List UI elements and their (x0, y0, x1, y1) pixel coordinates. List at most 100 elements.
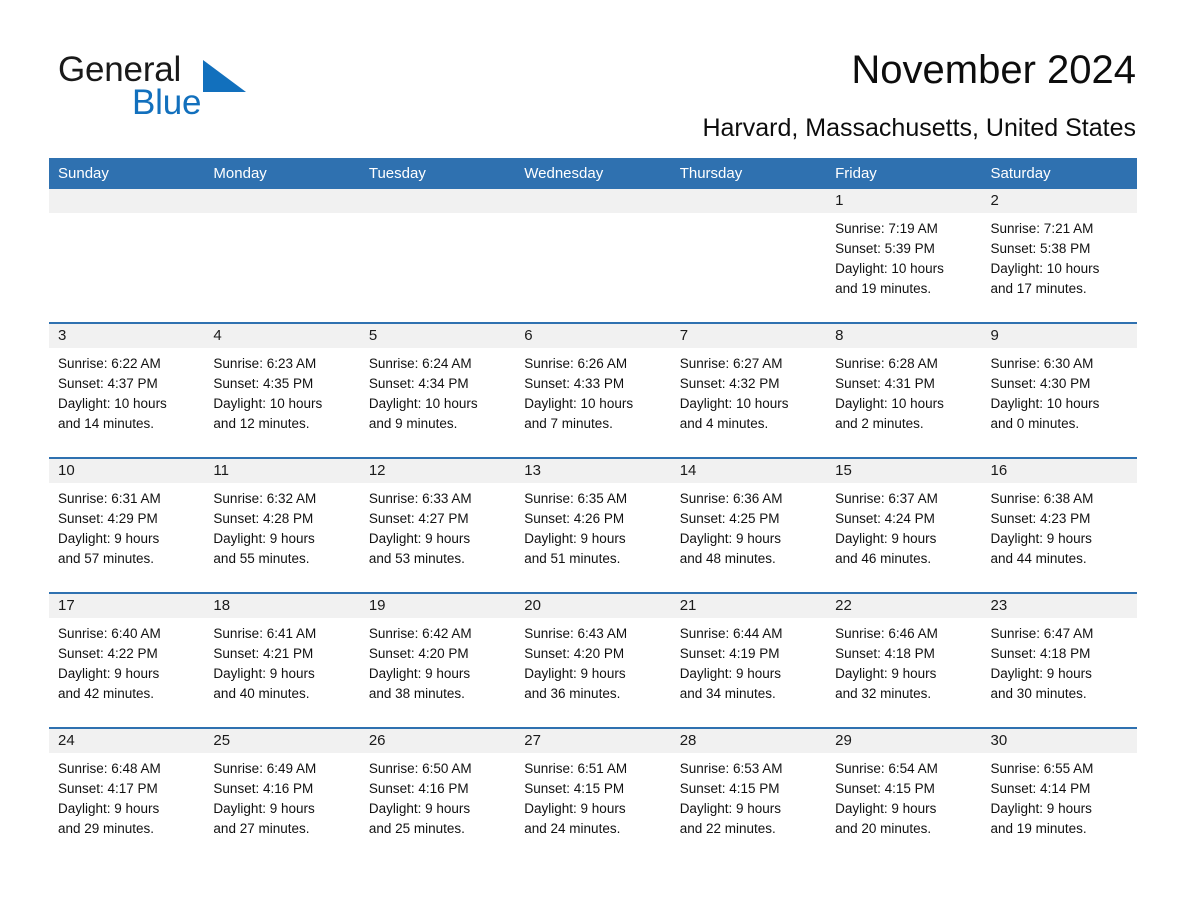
daylight-text-line2: and 19 minutes. (835, 281, 932, 296)
sunset-text: Sunset: 4:16 PM (368, 781, 469, 796)
day-sun-info: Sunrise: 6:37 AM Sunset: 4:24 PM Daylight:… (826, 483, 981, 569)
sunset-text: Sunset: 4:33 PM (524, 376, 625, 391)
sunset-text: Sunset: 4:21 PM (213, 646, 314, 661)
day-number: 8 (826, 324, 982, 348)
calendar-day-cell[interactable]: 22 Sunrise: 6:46 AM Sunset: 4:18 PM Dayligh… (826, 592, 982, 728)
daylight-text-line1: Daylight: 10 hours (835, 261, 944, 276)
daylight-text-line2: and 57 minutes. (58, 551, 155, 566)
calendar-day-cell-empty[interactable] (49, 189, 205, 323)
calendar-day-cell[interactable]: 19 Sunrise: 6:42 AM Sunset: 4:20 PM Dayligh… (359, 592, 516, 728)
daylight-text-line2: and 14 minutes. (58, 416, 155, 431)
daylight-text-line1: Daylight: 9 hours (524, 666, 626, 681)
day-sun-info: Sunrise: 6:43 AM Sunset: 4:20 PM Daylight:… (515, 618, 670, 704)
calendar-day-cell[interactable]: 27 Sunrise: 6:51 AM Sunset: 4:15 PM Dayligh… (515, 727, 671, 862)
daylight-text-line2: and 29 minutes. (58, 821, 155, 836)
day-number: 16 (981, 459, 1137, 483)
calendar-day-cell[interactable]: 3 Sunrise: 6:22 AM Sunset: 4:37 PM Daylight… (49, 322, 205, 458)
calendar-day-cell[interactable]: 4 Sunrise: 6:23 AM Sunset: 4:35 PM Daylight… (204, 322, 360, 458)
calendar-day-cell[interactable]: 6 Sunrise: 6:26 AM Sunset: 4:33 PM Daylight… (515, 322, 671, 458)
calendar-day-cell[interactable]: 14 Sunrise: 6:36 AM Sunset: 4:25 PM Dayligh… (670, 457, 827, 593)
sunset-text: Sunset: 4:32 PM (679, 376, 780, 391)
calendar-day-cell[interactable]: 20 Sunrise: 6:43 AM Sunset: 4:20 PM Dayligh… (515, 592, 671, 728)
calendar-day-cell[interactable]: 8 Sunrise: 6:28 AM Sunset: 4:31 PM Daylight… (826, 322, 982, 458)
day-sun-info: Sunrise: 6:54 AM Sunset: 4:15 PM Daylight:… (826, 753, 981, 839)
day-sun-info: Sunrise: 6:48 AM Sunset: 4:17 PM Daylight:… (49, 753, 204, 839)
sunrise-text: Sunrise: 6:23 AM (213, 356, 317, 371)
sunset-text: Sunset: 4:19 PM (679, 646, 780, 661)
calendar-week-row: 3 Sunrise: 6:22 AM Sunset: 4:37 PM Daylight… (49, 322, 1137, 458)
daylight-text-line1: Daylight: 9 hours (835, 801, 937, 816)
day-sun-info: Sunrise: 7:19 AM Sunset: 5:39 PM Daylight:… (826, 213, 981, 299)
calendar-day-cell[interactable]: 13 Sunrise: 6:35 AM Sunset: 4:26 PM Dayligh… (515, 457, 671, 593)
day-sun-info: Sunrise: 6:24 AM Sunset: 4:34 PM Daylight:… (360, 348, 515, 434)
day-number (204, 189, 360, 213)
daylight-text-line2: and 7 minutes. (524, 416, 613, 431)
weekday-header-sunday: Sunday (49, 158, 205, 189)
calendar-day-cell[interactable]: 28 Sunrise: 6:53 AM Sunset: 4:15 PM Dayligh… (670, 727, 827, 862)
calendar-grid: Sunday Monday Tuesday Wednesday Thursday… (49, 158, 1137, 862)
calendar-day-cell[interactable]: 7 Sunrise: 6:27 AM Sunset: 4:32 PM Daylight… (670, 322, 827, 458)
day-number: 3 (49, 324, 205, 348)
calendar-table: Sunday Monday Tuesday Wednesday Thursday… (49, 158, 1137, 862)
day-number (49, 189, 205, 213)
calendar-day-cell-empty[interactable] (670, 189, 827, 323)
daylight-text-line2: and 27 minutes. (213, 821, 310, 836)
daylight-text-line1: Daylight: 9 hours (679, 531, 781, 546)
sunrise-text: Sunrise: 6:30 AM (990, 356, 1094, 371)
sunset-text: Sunset: 4:28 PM (213, 511, 314, 526)
calendar-day-cell[interactable]: 18 Sunrise: 6:41 AM Sunset: 4:21 PM Dayligh… (204, 592, 360, 728)
calendar-day-cell-empty[interactable] (204, 189, 360, 323)
daylight-text-line1: Daylight: 9 hours (679, 801, 781, 816)
day-number: 25 (204, 729, 360, 753)
weekday-header-wednesday: Wednesday (515, 158, 671, 189)
calendar-day-cell[interactable]: 12 Sunrise: 6:33 AM Sunset: 4:27 PM Dayligh… (359, 457, 516, 593)
daylight-text-line1: Daylight: 10 hours (679, 396, 789, 411)
daylight-text-line2: and 42 minutes. (58, 686, 155, 701)
calendar-day-cell[interactable]: 26 Sunrise: 6:50 AM Sunset: 4:16 PM Dayligh… (359, 727, 516, 862)
daylight-text-line1: Daylight: 9 hours (58, 801, 160, 816)
daylight-text-line1: Daylight: 9 hours (524, 801, 626, 816)
daylight-text-line2: and 30 minutes. (990, 686, 1087, 701)
general-blue-logo[interactable]: General Blue (58, 52, 358, 130)
day-number: 5 (359, 324, 516, 348)
calendar-day-cell[interactable]: 9 Sunrise: 6:30 AM Sunset: 4:30 PM Daylight… (981, 322, 1137, 458)
calendar-day-cell[interactable]: 15 Sunrise: 6:37 AM Sunset: 4:24 PM Dayligh… (826, 457, 982, 593)
day-sun-info: Sunrise: 6:55 AM Sunset: 4:14 PM Daylight:… (982, 753, 1137, 839)
calendar-day-cell[interactable]: 17 Sunrise: 6:40 AM Sunset: 4:22 PM Dayligh… (49, 592, 205, 728)
calendar-day-cell[interactable]: 24 Sunrise: 6:48 AM Sunset: 4:17 PM Dayligh… (49, 727, 205, 862)
calendar-day-cell[interactable]: 16 Sunrise: 6:38 AM Sunset: 4:23 PM Dayligh… (981, 457, 1137, 593)
daylight-text-line1: Daylight: 9 hours (368, 801, 471, 816)
sunrise-text: Sunrise: 6:51 AM (524, 761, 628, 776)
page-subtitle: Harvard, Massachusetts, United States (702, 114, 1136, 142)
day-number: 28 (670, 729, 827, 753)
daylight-text-line1: Daylight: 9 hours (990, 666, 1092, 681)
calendar-day-cell-empty[interactable] (515, 189, 671, 323)
day-sun-info: Sunrise: 6:40 AM Sunset: 4:22 PM Daylight:… (49, 618, 204, 704)
sunset-text: Sunset: 4:14 PM (990, 781, 1091, 796)
daylight-text-line2: and 55 minutes. (213, 551, 310, 566)
calendar-day-cell[interactable]: 25 Sunrise: 6:49 AM Sunset: 4:16 PM Dayligh… (204, 727, 360, 862)
calendar-day-cell[interactable]: 11 Sunrise: 6:32 AM Sunset: 4:28 PM Dayligh… (204, 457, 360, 593)
day-number: 17 (49, 594, 205, 618)
calendar-week-row: 17 Sunrise: 6:40 AM Sunset: 4:22 PM Dayligh… (49, 592, 1137, 728)
calendar-day-cell[interactable]: 5 Sunrise: 6:24 AM Sunset: 4:34 PM Daylight… (359, 322, 516, 458)
day-sun-info: Sunrise: 6:32 AM Sunset: 4:28 PM Daylight:… (204, 483, 359, 569)
calendar-day-cell[interactable]: 2 Sunrise: 7:21 AM Sunset: 5:38 PM Daylight… (981, 189, 1137, 323)
calendar-day-cell-empty[interactable] (359, 189, 516, 323)
day-number: 14 (670, 459, 827, 483)
calendar-day-cell[interactable]: 23 Sunrise: 6:47 AM Sunset: 4:18 PM Dayligh… (981, 592, 1137, 728)
daylight-text-line1: Daylight: 9 hours (835, 531, 937, 546)
day-number: 7 (670, 324, 827, 348)
calendar-day-cell[interactable]: 30 Sunrise: 6:55 AM Sunset: 4:14 PM Dayligh… (981, 727, 1137, 862)
calendar-day-cell[interactable]: 10 Sunrise: 6:31 AM Sunset: 4:29 PM Dayligh… (49, 457, 205, 593)
calendar-day-cell[interactable]: 29 Sunrise: 6:54 AM Sunset: 4:15 PM Dayligh… (826, 727, 982, 862)
day-number: 21 (670, 594, 827, 618)
weekday-header-tuesday: Tuesday (359, 158, 516, 189)
day-number: 2 (981, 189, 1137, 213)
calendar-day-cell[interactable]: 1 Sunrise: 7:19 AM Sunset: 5:39 PM Daylight… (826, 189, 982, 323)
daylight-text-line2: and 36 minutes. (524, 686, 621, 701)
calendar-day-cell[interactable]: 21 Sunrise: 6:44 AM Sunset: 4:19 PM Dayligh… (670, 592, 827, 728)
sunset-text: Sunset: 4:37 PM (58, 376, 158, 391)
day-sun-info: Sunrise: 6:50 AM Sunset: 4:16 PM Daylight:… (360, 753, 515, 839)
day-number: 27 (515, 729, 671, 753)
